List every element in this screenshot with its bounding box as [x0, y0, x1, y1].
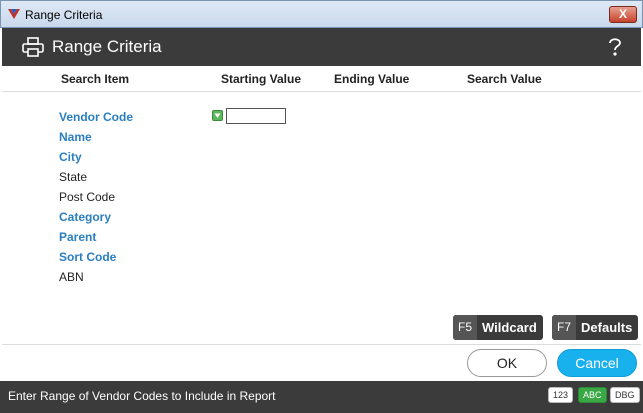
help-icon[interactable] [607, 36, 623, 58]
ok-button[interactable]: OK [467, 349, 547, 377]
debug-mode-badge: DBG [610, 387, 640, 403]
field-state: State [59, 170, 88, 184]
window-title: Range Criteria [25, 8, 103, 22]
divider [2, 344, 641, 345]
defaults-button[interactable]: F7 Defaults [552, 315, 639, 340]
cancel-button[interactable]: Cancel [557, 349, 637, 377]
defaults-label: Defaults [581, 320, 633, 335]
column-ending-value: Ending Value [334, 72, 410, 86]
vendor-code-starting-value-input[interactable] [226, 108, 286, 124]
printer-icon [22, 37, 44, 57]
wildcard-label: Wildcard [482, 320, 537, 335]
dialog-header: Range Criteria [2, 28, 641, 66]
column-search-value: Search Value [467, 72, 542, 86]
dialog-title: Range Criteria [52, 37, 162, 56]
field-post-code: Post Code [59, 190, 116, 204]
close-icon: X [618, 7, 627, 21]
app-logo-icon [8, 9, 20, 19]
wildcard-button[interactable]: F5 Wildcard [453, 315, 543, 340]
field-abn: ABN [59, 270, 84, 284]
lookup-dropdown-icon[interactable] [212, 110, 223, 121]
column-search-item: Search Item [61, 72, 130, 86]
field-category[interactable]: Category [59, 210, 111, 224]
window-titlebar: Range Criteria X [0, 0, 643, 28]
field-vendor-code[interactable]: Vendor Code [59, 110, 133, 124]
defaults-key: F7 [552, 315, 577, 340]
numeric-mode-badge: 123 [548, 387, 574, 403]
wildcard-key: F5 [453, 315, 478, 340]
close-button[interactable]: X [609, 6, 637, 23]
status-bar: Enter Range of Vendor Codes to Include i… [0, 381, 643, 413]
field-city[interactable]: City [59, 150, 82, 164]
field-sort-code[interactable]: Sort Code [59, 250, 116, 264]
field-name[interactable]: Name [59, 130, 92, 144]
column-starting-value: Starting Value [221, 72, 302, 86]
status-text: Enter Range of Vendor Codes to Include i… [8, 389, 276, 403]
alpha-mode-badge: ABC [578, 387, 607, 403]
field-parent[interactable]: Parent [59, 230, 96, 244]
column-headers: Search Item Starting Value Ending Value … [2, 66, 641, 92]
